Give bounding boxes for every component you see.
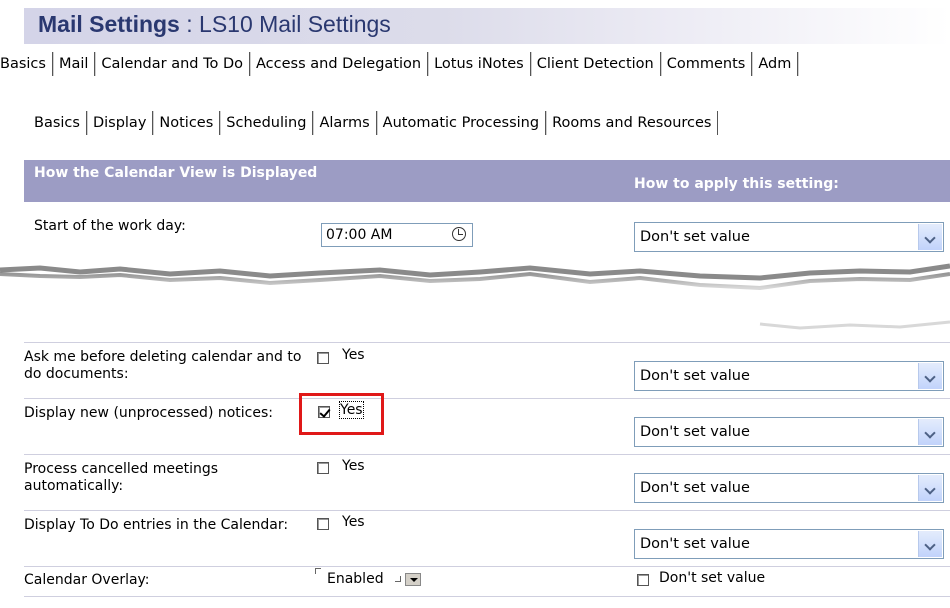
section-header: How the Calendar View is Displayed How t… <box>24 160 950 202</box>
apply-heading: How to apply this setting: <box>634 176 839 192</box>
start-work-day-apply-select[interactable]: Don't set value <box>634 222 944 252</box>
title-suffix: : LS10 Mail Settings <box>179 11 391 37</box>
select-value: Don't set value <box>640 368 750 384</box>
display-todo-checkbox[interactable] <box>317 518 329 530</box>
calendar-overlay-value: Enabled <box>327 571 384 587</box>
start-work-day-apply-value: Don't set value <box>640 229 750 245</box>
row-divider <box>24 596 950 597</box>
start-work-day-label: Start of the work day: <box>34 218 186 234</box>
chevron-down-icon[interactable] <box>918 475 942 501</box>
sub-tab-bar: Basics Display Notices Scheduling Alarms… <box>34 110 719 136</box>
subtab-alarms[interactable]: Alarms <box>313 111 377 135</box>
start-work-day-value: 07:00 AM <box>326 227 393 243</box>
display-todo-apply-select[interactable]: Don't set value <box>634 529 944 559</box>
tab-comments[interactable]: Comments <box>661 52 753 76</box>
tab-client-detection[interactable]: Client Detection <box>531 52 661 76</box>
calendar-overlay-apply-label[interactable]: Don't set value <box>659 570 765 586</box>
clock-icon[interactable] <box>452 227 466 241</box>
ask-before-delete-yes[interactable]: Yes <box>342 347 365 363</box>
display-todo-yes[interactable]: Yes <box>342 514 365 530</box>
subtab-automatic-processing[interactable]: Automatic Processing <box>377 111 547 135</box>
process-cancelled-checkbox[interactable] <box>317 462 329 474</box>
process-cancelled-yes[interactable]: Yes <box>342 458 365 474</box>
select-value: Don't set value <box>640 424 750 440</box>
subtab-basics[interactable]: Basics <box>34 111 87 135</box>
field-bracket-icon <box>315 568 321 574</box>
row-divider <box>24 454 950 455</box>
arrow-glyph <box>410 578 418 582</box>
torn-paper-divider <box>0 262 950 342</box>
process-cancelled-label: Process cancelled meetings automatically… <box>24 461 219 494</box>
calendar-overlay-apply-checkbox[interactable] <box>637 574 649 586</box>
process-cancelled-apply-select[interactable]: Don't set value <box>634 473 944 503</box>
display-new-notices-apply-select[interactable]: Don't set value <box>634 417 944 447</box>
subtab-rooms-and-resources[interactable]: Rooms and Resources <box>546 111 719 135</box>
ask-before-delete-label: Ask me before deleting calendar and to d… <box>24 349 302 382</box>
tab-mail[interactable]: Mail <box>53 52 96 76</box>
tab-basics[interactable]: Basics <box>0 52 53 76</box>
subtab-scheduling[interactable]: Scheduling <box>220 111 314 135</box>
display-todo-label: Display To Do entries in the Calendar: <box>24 517 289 533</box>
start-work-day-input[interactable]: 07:00 AM <box>321 223 473 247</box>
tab-calendar-and-todo[interactable]: Calendar and To Do <box>95 52 251 76</box>
tab-lotus-inotes[interactable]: Lotus iNotes <box>428 52 531 76</box>
window-title-bar: Mail Settings : LS10 Mail Settings <box>24 8 950 44</box>
select-value: Don't set value <box>640 536 750 552</box>
highlight-box <box>299 393 384 435</box>
subtab-display[interactable]: Display <box>87 111 154 135</box>
page-title: Mail Settings : LS10 Mail Settings <box>38 11 391 38</box>
dropdown-arrow-icon[interactable] <box>405 573 421 586</box>
calendar-overlay-label: Calendar Overlay: <box>24 572 150 588</box>
row-divider <box>24 398 950 399</box>
chevron-down-icon[interactable] <box>918 531 942 557</box>
row-divider <box>24 342 950 343</box>
chevron-down-icon[interactable] <box>918 363 942 389</box>
select-value: Don't set value <box>640 480 750 496</box>
row-divider <box>24 510 950 511</box>
ask-before-delete-checkbox[interactable] <box>317 352 329 364</box>
tab-access-and-delegation[interactable]: Access and Delegation <box>250 52 429 76</box>
display-new-notices-label: Display new (unprocessed) notices: <box>24 405 273 421</box>
ask-before-delete-apply-select[interactable]: Don't set value <box>634 361 944 391</box>
chevron-down-icon[interactable] <box>918 419 942 445</box>
chevron-down-icon[interactable] <box>918 224 942 250</box>
row-divider <box>24 566 950 567</box>
field-bracket-icon <box>395 576 401 582</box>
tab-administration[interactable]: Adm <box>752 52 799 76</box>
main-tab-bar: Basics Mail Calendar and To Do Access an… <box>0 51 950 77</box>
section-heading: How the Calendar View is Displayed <box>34 165 318 181</box>
title-main: Mail Settings <box>38 11 180 37</box>
subtab-notices[interactable]: Notices <box>153 111 221 135</box>
